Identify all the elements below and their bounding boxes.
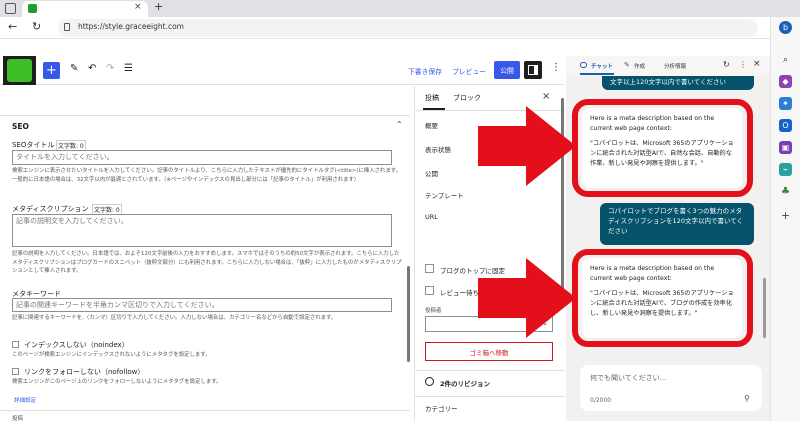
- site-favicon-icon: [28, 4, 37, 13]
- seo-title-placeholder: タイトルを入力してください。: [16, 153, 114, 161]
- meta-keyword-placeholder: 記事の関連キーワードを半角カンマ区切りで入力してください。: [16, 301, 219, 309]
- seo-title-input[interactable]: タイトルを入力してください。: [12, 150, 392, 165]
- close-settings-icon[interactable]: ×: [542, 91, 550, 102]
- editor-scrollbar-thumb[interactable]: [407, 266, 410, 362]
- refresh-icon[interactable]: ↻: [723, 60, 730, 69]
- copilot-tab-compose[interactable]: 作成: [634, 62, 645, 70]
- browser-edge-sidebar: b ⌕ ◆ ✦ O ▣ ⌁ ♣ +: [770, 17, 800, 421]
- summary-row: 概要: [425, 122, 438, 130]
- editor-canvas: SEO ⌃ SEOタイトル 文字数: 0 タイトルを入力してください。 検索エン…: [0, 86, 410, 421]
- tab-block[interactable]: ブロック: [453, 93, 481, 103]
- outlook-icon[interactable]: O: [779, 119, 792, 132]
- nofollow-checkbox[interactable]: [12, 368, 19, 375]
- publish-row[interactable]: 公開: [425, 168, 438, 178]
- highlight-ring-1: [572, 99, 753, 197]
- nofollow-hint: 検索エンジンがこのページ上のリンクをフォローしないようにメタタグを設定します。: [12, 379, 222, 385]
- chat-input-placeholder: 何でも聞いてください...: [590, 374, 667, 382]
- move-to-trash-button[interactable]: ゴミ箱へ移動: [425, 342, 553, 361]
- tools-icon[interactable]: ✦: [779, 97, 792, 110]
- pin-icon[interactable]: ⚲: [744, 394, 750, 403]
- char-counter: 0/2000: [590, 397, 612, 404]
- browser-tab[interactable]: ×: [22, 1, 148, 17]
- close-tab-icon[interactable]: ×: [134, 2, 142, 12]
- undo-icon[interactable]: ↶: [88, 63, 96, 74]
- categories-divider: [415, 396, 565, 397]
- noindex-checkbox[interactable]: [12, 341, 19, 348]
- url-row[interactable]: URL: [425, 213, 438, 221]
- user-message-2: コパイロットでブログを書く3つの魅力のメタディスクリプションを120文字以内で書…: [600, 203, 754, 245]
- add-sidebar-icon[interactable]: +: [779, 209, 792, 222]
- search-icon[interactable]: ⌕: [779, 53, 792, 66]
- more-options-icon[interactable]: ⋮: [551, 62, 561, 73]
- stick-to-top-checkbox[interactable]: [425, 264, 434, 273]
- tree-icon[interactable]: ♣: [779, 185, 792, 198]
- bottom-divider: [0, 410, 410, 411]
- noindex-hint: このページが検索エンジンにインデックスされないようにメタタグを設定します。: [12, 352, 211, 358]
- add-block-button[interactable]: +: [43, 62, 60, 79]
- copilot-tab-insights[interactable]: 分析情報: [664, 62, 686, 70]
- pending-review-checkbox[interactable]: [425, 286, 434, 295]
- seo-section-title: SEO: [12, 122, 29, 131]
- nofollow-label: リンクをフォローしない（nofollow）: [24, 368, 145, 376]
- visibility-row[interactable]: 表示状態: [425, 144, 451, 154]
- collapse-chevron-icon[interactable]: ⌃: [396, 120, 403, 129]
- pending-review-label: レビュー待ち: [440, 289, 479, 297]
- list-view-icon[interactable]: ☰: [124, 63, 133, 74]
- games-icon[interactable]: ⌁: [779, 163, 792, 176]
- back-arrow-icon[interactable]: ←: [8, 20, 17, 33]
- red-arrow-2: [478, 258, 576, 338]
- copilot-chat-input[interactable]: 何でも聞いてください... 0/2000 ⚲: [580, 365, 762, 411]
- copilot-sidebar: チャット ✎ 作成 分析情報 ↻ ⋮ × 文字以上120文字以内で書いてください…: [566, 56, 770, 421]
- save-draft-button[interactable]: 下書き保存: [408, 66, 442, 76]
- edit-pencil-icon[interactable]: ✎: [70, 63, 78, 74]
- reload-icon[interactable]: ↻: [32, 20, 41, 33]
- advanced-settings-link[interactable]: 詳細設定: [14, 396, 36, 404]
- publish-button[interactable]: 公開: [494, 61, 520, 79]
- highlight-ring-2: [572, 249, 753, 347]
- tab-post[interactable]: 投稿: [425, 93, 439, 103]
- categories-heading[interactable]: カテゴリー: [425, 403, 458, 413]
- meta-description-label: メタディスクリプション: [12, 205, 89, 213]
- settings-panel-toggle-icon[interactable]: [524, 61, 542, 79]
- noindex-label: インデックスしない（noindex）: [24, 341, 129, 349]
- copilot-tab-chat[interactable]: チャット: [591, 62, 613, 70]
- lock-icon: [64, 23, 70, 31]
- new-tab-button[interactable]: +: [154, 0, 163, 13]
- seo-section-divider: [0, 115, 410, 116]
- copilot-close-icon[interactable]: ×: [753, 59, 761, 69]
- compose-icon: ✎: [624, 61, 630, 69]
- url-bar[interactable]: https://style.graceeight.com: [58, 19, 758, 37]
- author-label: 投稿者: [425, 308, 442, 314]
- chat-icon: [580, 62, 587, 68]
- copilot-icon[interactable]: b: [779, 21, 792, 34]
- meta-keyword-input[interactable]: 記事の関連キーワードを半角カンマ区切りで入力してください。: [12, 298, 392, 312]
- meta-keyword-hint: 記事に関連するキーワードを,（カンマ）区切りで入力してください。入力しない場合は…: [12, 315, 337, 321]
- office-icon[interactable]: ▣: [779, 141, 792, 154]
- user-message-1: 文字以上120文字以内で書いてください: [602, 76, 754, 90]
- revisions-clock-icon: [425, 377, 434, 386]
- template-row[interactable]: テンプレート: [425, 190, 464, 200]
- red-arrow-1: [478, 106, 576, 186]
- preview-button[interactable]: プレビュー: [452, 66, 486, 76]
- seo-title-label: SEOタイトル: [12, 141, 55, 149]
- copilot-more-icon[interactable]: ⋮: [739, 60, 747, 69]
- revisions-link[interactable]: 2件のリビジョン: [440, 378, 490, 388]
- meta-description-textarea[interactable]: 記事の説明文を入力してください。: [12, 214, 392, 247]
- copilot-tab-chat-underline: [580, 73, 614, 75]
- site-logo-icon[interactable]: [3, 56, 36, 85]
- bottom-post-label: 投稿: [12, 416, 24, 421]
- copilot-scrollbar-thumb[interactable]: [763, 278, 766, 338]
- meta-description-hint: 記事の説明を入力してください。日本語では、およそ120文字前後の入力をおすすめし…: [12, 251, 402, 274]
- redo-icon[interactable]: ↷: [106, 63, 114, 74]
- shopping-tag-icon[interactable]: ◆: [779, 75, 792, 88]
- revisions-divider: [415, 370, 565, 371]
- url-text: https://style.graceeight.com: [78, 22, 184, 31]
- seo-title-hint: 検索エンジンに表示させたいタイトルを入力してください。記事のタイトルより、こちら…: [12, 168, 401, 183]
- meta-description-placeholder: 記事の説明文を入力してください。: [16, 217, 128, 225]
- sidebar-toggle-icon[interactable]: [5, 3, 16, 14]
